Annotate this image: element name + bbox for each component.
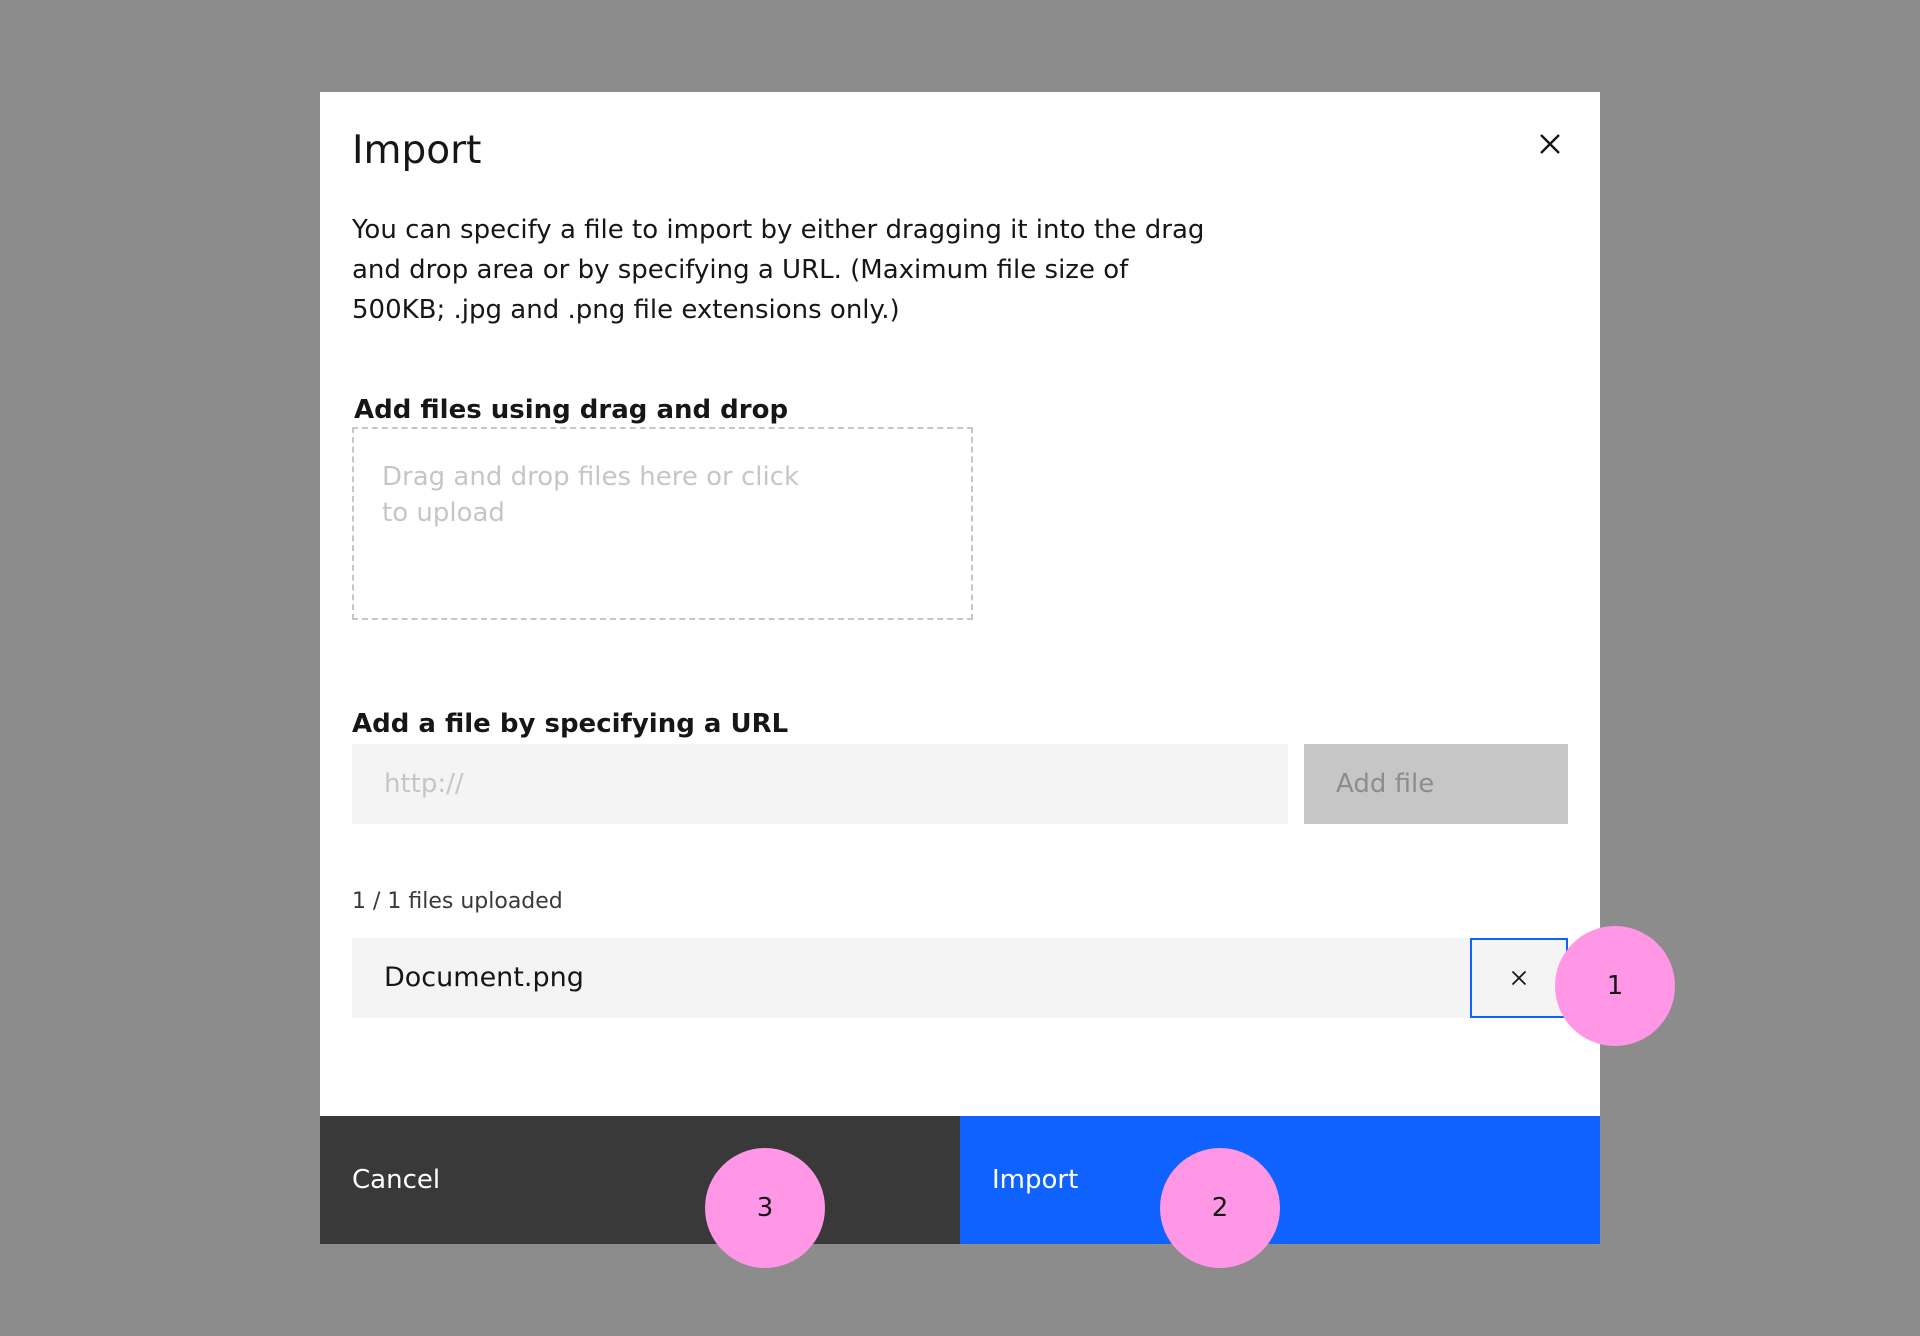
annotation-marker-3: 3 [705,1148,825,1268]
modal-title: Import [352,128,482,173]
add-file-button[interactable]: Add file [1304,744,1568,824]
remove-file-button[interactable] [1470,938,1568,1018]
modal-footer: Cancel Import [320,1116,1600,1244]
import-button[interactable]: Import [960,1116,1600,1244]
close-icon [1511,970,1527,986]
drag-drop-label: Add files using drag and drop [354,395,789,425]
modal-description: You can specify a file to import by eith… [352,215,1205,325]
url-section-label: Add a file by specifying a URL [352,709,789,739]
cancel-button[interactable]: Cancel [320,1116,960,1244]
uploaded-file-item: Document.png [352,938,1568,1018]
annotation-marker-2: 2 [1160,1148,1280,1268]
close-icon [1540,134,1560,154]
url-input[interactable] [352,744,1288,824]
file-name: Document.png [384,962,584,993]
import-modal: Import You can specify a file to import … [320,92,1600,1244]
upload-status: 1 / 1 files uploaded [352,889,563,914]
drop-zone-text: Drag and drop files here or click to upl… [382,462,800,528]
modal-close-button[interactable] [1528,122,1572,166]
drop-zone[interactable]: Drag and drop files here or click to upl… [352,427,973,620]
annotation-marker-1: 1 [1555,926,1675,1046]
